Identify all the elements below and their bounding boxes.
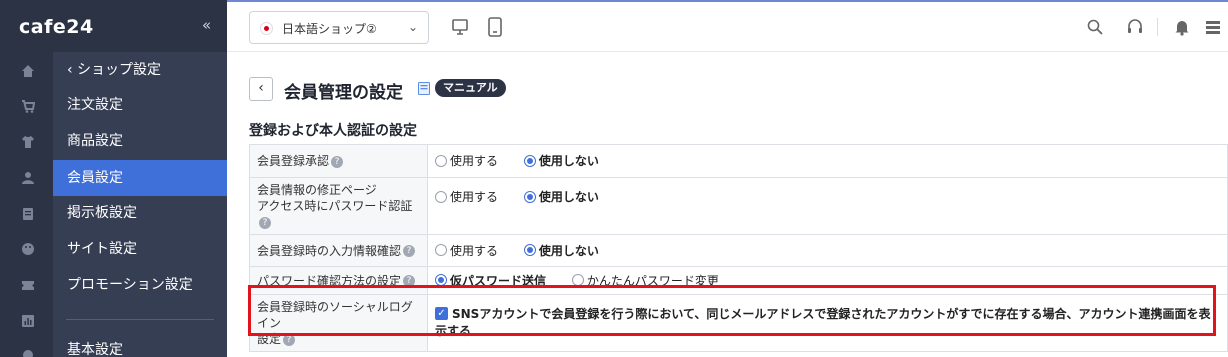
row-value: 仮パスワード送信 かんたんパスワード変更 [427, 266, 1228, 295]
row-label: パスワード確認方法の設定? [249, 266, 428, 295]
sidebar-item-board-settings[interactable]: 掲示板設定 [53, 195, 227, 231]
row-value: 使用する 使用しない [427, 177, 1228, 235]
menu-icon[interactable] [1206, 20, 1220, 34]
headset-icon[interactable] [1126, 18, 1144, 36]
radio-button-selected[interactable] [523, 244, 536, 257]
settings-table: 会員登録承認? 使用する 使用しない 会員情報の修正ページアクセス時にパスワード… [249, 144, 1228, 352]
radio-label: 使用する [450, 190, 499, 204]
table-row: 会員登録時のソーシャルログイン設定? ✓ SNSアカウントで会員登録を行う際におい… [249, 294, 1228, 352]
double-chevron-left-icon[interactable]: « [202, 16, 211, 34]
shop-select[interactable]: 日本語ショップ② ⌄ [249, 11, 429, 44]
radio-label: 使用しない [538, 190, 599, 204]
radio-temp-password[interactable]: 仮パスワード送信 [435, 272, 546, 289]
topbar-divider [1157, 18, 1158, 36]
section-title: 登録および本人認証の設定 [249, 123, 417, 139]
help-icon[interactable]: ? [403, 245, 416, 257]
sidebar-item-order-settings[interactable]: 注文設定 [53, 87, 227, 123]
label-text: 会員情報の修正ページ [257, 183, 377, 197]
table-row: 会員情報の修正ページアクセス時にパスワード認証? 使用する 使用しない [249, 177, 1228, 235]
label-text: パスワード確認方法の設定 [257, 273, 402, 288]
radio-not-use[interactable]: 使用しない [523, 188, 599, 205]
radio-button-selected[interactable] [523, 154, 536, 167]
back-button[interactable]: ‹ [249, 77, 273, 101]
cart-icon[interactable] [21, 99, 35, 113]
chart-icon[interactable] [21, 314, 35, 328]
chevron-down-icon: ⌄ [407, 20, 418, 34]
cafe24-logo: cafe24 [19, 16, 94, 38]
radio-use[interactable]: 使用する [435, 242, 498, 259]
radio-button-selected[interactable] [523, 190, 536, 203]
user-icon[interactable] [21, 171, 35, 185]
row-value: 使用する 使用しない [427, 234, 1228, 267]
radio-label: かんたんパスワード変更 [586, 273, 719, 288]
label-text: アクセス時にパスワード認証 [257, 199, 413, 213]
board-icon[interactable] [21, 207, 35, 221]
row-label: 会員情報の修正ページアクセス時にパスワード認証? [249, 177, 428, 235]
radio-button[interactable] [435, 244, 447, 257]
row-label: 会員登録時の入力情報確認? [249, 234, 428, 267]
shop-select-value: 日本語ショップ② [282, 22, 377, 36]
japan-flag-icon [260, 22, 273, 35]
brand-bar: cafe24 « [0, 0, 227, 52]
radio-button[interactable] [435, 154, 447, 167]
page-title: 会員管理の設定 [284, 83, 403, 103]
bell-icon[interactable] [1174, 18, 1190, 36]
palette-icon[interactable] [21, 242, 35, 256]
row-value: ✓ SNSアカウントで会員登録を行う際において、同じメールアドレスで登録されたアカ… [427, 294, 1228, 352]
radio-use[interactable]: 使用する [435, 188, 498, 205]
radio-label: 仮パスワード送信 [450, 273, 547, 288]
checkbox-checked[interactable]: ✓ [435, 307, 448, 320]
help-icon[interactable]: ? [259, 216, 271, 229]
table-row: 会員登録時の入力情報確認? 使用する 使用しない [249, 234, 1228, 267]
label-text: 設定 [257, 332, 282, 346]
radio-label: 使用しない [538, 154, 599, 169]
radio-label: 使用しない [538, 243, 599, 258]
sidebar-item-site-settings[interactable]: サイト設定 [53, 231, 227, 267]
monitor-icon[interactable] [451, 18, 469, 36]
help-icon[interactable]: ? [331, 155, 344, 168]
radio-button[interactable] [435, 190, 447, 203]
help-icon[interactable]: ? [403, 275, 416, 287]
sidebar-divider [66, 319, 214, 320]
tablet-icon[interactable] [487, 17, 503, 37]
checkbox-label: SNSアカウントで会員登録を行う際において、同じメールアドレスで登録されたアカウ… [435, 307, 1211, 338]
table-row: 会員登録承認? 使用する 使用しない [249, 144, 1228, 178]
sidebar-item-shop-settings[interactable]: ‹ ショップ設定 [53, 52, 227, 88]
manual-book-icon[interactable] [418, 82, 430, 95]
table-row: パスワード確認方法の設定? 仮パスワード送信 かんたんパスワード変更 [249, 266, 1228, 295]
radio-label: 使用する [450, 243, 499, 258]
app-root: cafe24 « ‹ ショップ設定 注文設定 商品設定 会員設定 掲示板設定 サ… [0, 0, 1228, 357]
sidebar-item-product-settings[interactable]: 商品設定 [53, 123, 227, 159]
radio-button-selected[interactable] [435, 274, 447, 287]
gear-icon[interactable] [21, 348, 35, 357]
radio-button[interactable] [571, 274, 584, 287]
radio-not-use[interactable]: 使用しない [523, 152, 599, 169]
sidebar-item-basic-settings[interactable]: 基本設定 [53, 332, 227, 357]
manual-badge[interactable]: マニュアル [435, 79, 506, 97]
row-value: 使用する 使用しない [427, 144, 1228, 178]
radio-label: 使用する [450, 154, 499, 169]
label-text: 会員登録時のソーシャルログイン [257, 300, 413, 330]
shirt-icon[interactable] [21, 135, 35, 149]
ticket-icon[interactable] [21, 278, 35, 292]
home-icon[interactable] [21, 64, 35, 78]
radio-not-use[interactable]: 使用しない [523, 242, 599, 259]
radio-easy-password-change[interactable]: かんたんパスワード変更 [571, 272, 719, 289]
help-icon[interactable]: ? [283, 333, 296, 346]
label-text: 会員登録承認 [257, 154, 330, 168]
sidebar-item-member-settings[interactable]: 会員設定 [53, 160, 227, 196]
row-label: 会員登録時のソーシャルログイン設定? [249, 294, 428, 352]
top-bar: 日本語ショップ② ⌄ [227, 0, 1228, 52]
sidebar-item-promotion-settings[interactable]: プロモーション設定 [53, 267, 227, 303]
row-label: 会員登録承認? [249, 144, 428, 178]
radio-use[interactable]: 使用する [435, 152, 498, 169]
search-icon[interactable] [1087, 19, 1103, 35]
label-text: 会員登録時の入力情報確認 [257, 243, 402, 258]
